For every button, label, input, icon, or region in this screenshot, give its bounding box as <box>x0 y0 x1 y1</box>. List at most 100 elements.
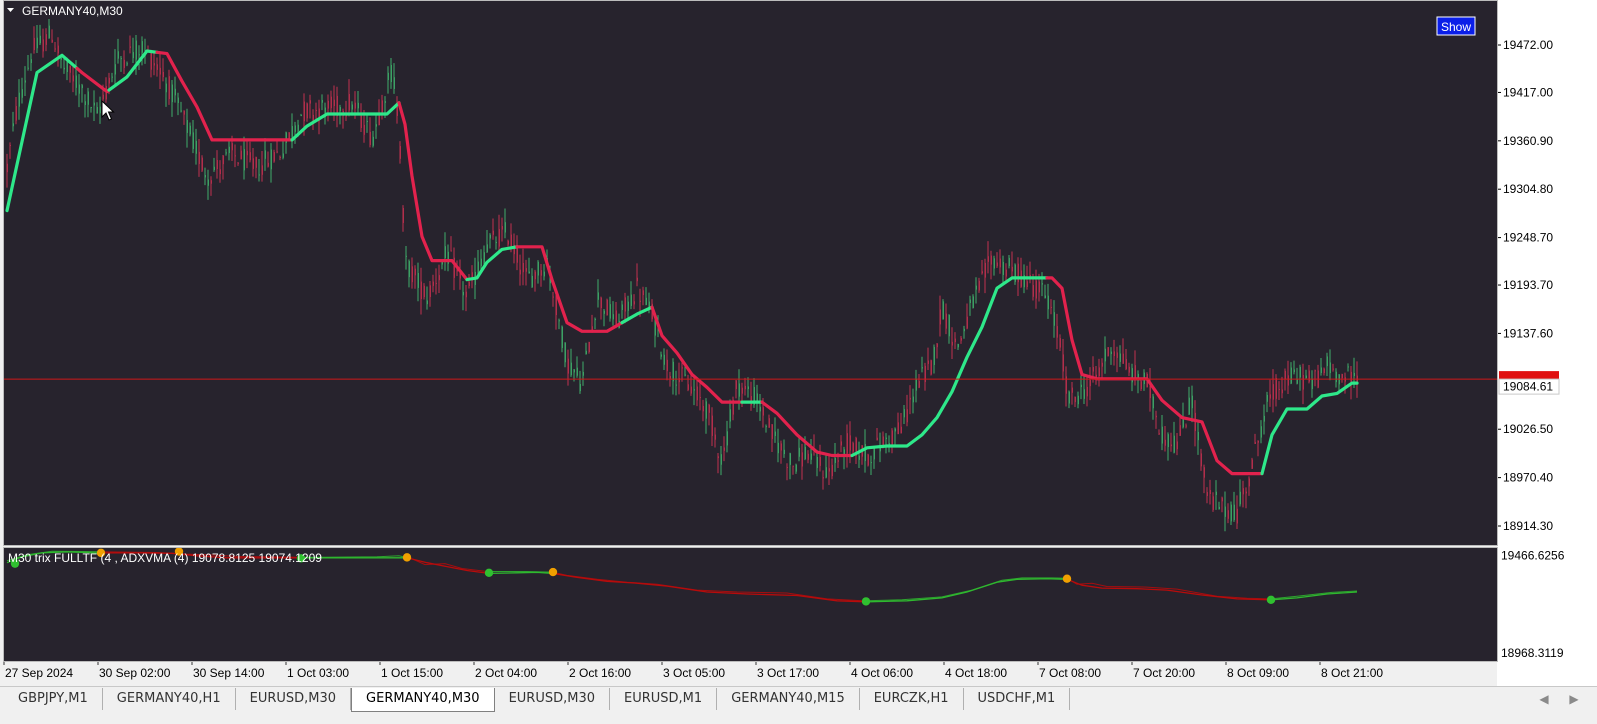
candle-body <box>42 39 44 52</box>
time-tick-label: 4 Oct 18:00 <box>945 666 1007 680</box>
candle-body <box>75 75 77 88</box>
candle-body <box>1290 367 1292 384</box>
candle-body <box>975 285 977 290</box>
signal-dot-green <box>484 568 494 578</box>
candle-body <box>363 124 365 135</box>
scroll-left-icon[interactable]: ◀ <box>1535 690 1553 708</box>
candle-body <box>294 125 296 132</box>
signal-dot-orange <box>1062 574 1072 583</box>
price-chart[interactable]: 19472.00 19417.00 19360.90 19304.80 19248.70… <box>0 0 1597 686</box>
scroll-right-icon[interactable]: ▶ <box>1565 690 1583 708</box>
candle-body <box>552 296 554 298</box>
candle-body <box>1323 368 1325 374</box>
candle-body <box>825 467 827 478</box>
tab-germany40-m15[interactable]: GERMANY40,M15 <box>717 688 860 710</box>
candle-body <box>1152 396 1154 409</box>
candle-body <box>321 100 323 103</box>
candle-body <box>669 376 671 379</box>
candle-body <box>903 409 905 418</box>
tab-eurusd-m30[interactable]: EURUSD,M30 <box>236 688 352 710</box>
tab-eurczk-h1[interactable]: EURCZK,H1 <box>860 688 964 710</box>
candle-body <box>981 271 983 274</box>
candle-body <box>876 437 878 441</box>
tab-eurusd-m1[interactable]: EURUSD,M1 <box>610 688 718 710</box>
candle-body <box>765 426 767 428</box>
candle-body <box>588 342 590 352</box>
candle-body <box>120 58 122 60</box>
candle-body <box>762 407 764 416</box>
chart-tabs: GBPJPY,M1 GERMANY40,H1 EURUSD,M30 GERMANY40… <box>4 688 1071 712</box>
candle-body <box>186 120 188 133</box>
candle-body <box>189 125 191 135</box>
tab-usdchf-m1[interactable]: USDCHF,M1 <box>964 688 1071 710</box>
candle-body <box>774 431 776 437</box>
chart-tab-bar: GBPJPY,M1 GERMANY40,H1 EURUSD,M30 GERMANY40… <box>0 686 1597 713</box>
candle-body <box>423 285 425 298</box>
candle-body <box>1209 490 1211 495</box>
candle-body <box>1278 388 1280 390</box>
chart-title: GERMANY40,M30 <box>22 4 123 18</box>
candle-body <box>690 386 692 394</box>
tab-germany40-m30[interactable]: GERMANY40,M30 <box>351 688 495 712</box>
tab-germany40-h1[interactable]: GERMANY40,H1 <box>103 688 236 710</box>
candle-body <box>1122 353 1124 364</box>
candle-body <box>243 149 245 171</box>
time-tick-label: 4 Oct 06:00 <box>851 666 913 680</box>
candle-body <box>54 48 56 50</box>
candle-body <box>1173 435 1175 453</box>
candle-body <box>1053 312 1055 326</box>
candle-body <box>303 101 305 122</box>
candle-body <box>126 63 128 65</box>
candle-body <box>894 428 896 432</box>
candle-body <box>999 258 1001 268</box>
candle-body <box>87 91 89 105</box>
candle-body <box>159 67 161 75</box>
candle-body <box>810 453 812 460</box>
candle-body <box>6 163 8 173</box>
candle-body <box>390 64 392 83</box>
show-button[interactable]: Show <box>1436 16 1476 36</box>
candle-body <box>426 300 428 305</box>
time-tick-label: 7 Oct 08:00 <box>1039 666 1101 680</box>
candle-body <box>261 165 263 175</box>
candle-body <box>1296 379 1298 384</box>
candle-body <box>1335 371 1337 383</box>
candle-body <box>1068 391 1070 404</box>
candle-body <box>1188 397 1190 415</box>
candle-body <box>1224 506 1226 517</box>
candle-body <box>315 109 317 111</box>
candle-body <box>66 60 68 73</box>
candle-body <box>132 52 134 59</box>
candle-body <box>258 174 260 176</box>
candle-body <box>792 465 794 467</box>
candle-body <box>1179 425 1181 436</box>
candle-body <box>741 387 743 394</box>
time-tick-label: 30 Sep 02:00 <box>99 666 171 680</box>
candle-body <box>249 152 251 161</box>
candle-body <box>450 250 452 252</box>
show-button-label[interactable]: Show <box>1441 20 1471 34</box>
candle-body <box>15 106 17 121</box>
tab-gbpjpy-m1[interactable]: GBPJPY,M1 <box>4 688 103 710</box>
candle-body <box>1074 396 1076 403</box>
candle-body <box>567 358 569 374</box>
candle-body <box>1218 506 1220 510</box>
candle-body <box>351 104 353 110</box>
candle-body <box>633 301 635 305</box>
candle-body <box>63 67 65 70</box>
tab-eurusd-m30[interactable]: EURUSD,M30 <box>495 688 611 710</box>
candle-body <box>579 383 581 392</box>
candle-body <box>1161 426 1163 444</box>
candle-body <box>849 435 851 451</box>
candle-body <box>1164 439 1166 446</box>
candle-body <box>111 76 113 78</box>
price-axis: 19472.00 19417.00 19360.90 19304.80 19248.70… <box>1497 38 1553 533</box>
candle-body <box>972 296 974 308</box>
candle-body <box>540 270 542 276</box>
candle-body <box>501 226 503 230</box>
candle-body <box>1041 283 1043 285</box>
candle-body <box>1311 378 1313 389</box>
candle-body <box>624 297 626 312</box>
candle-body <box>723 447 725 451</box>
candle-body <box>795 464 797 472</box>
